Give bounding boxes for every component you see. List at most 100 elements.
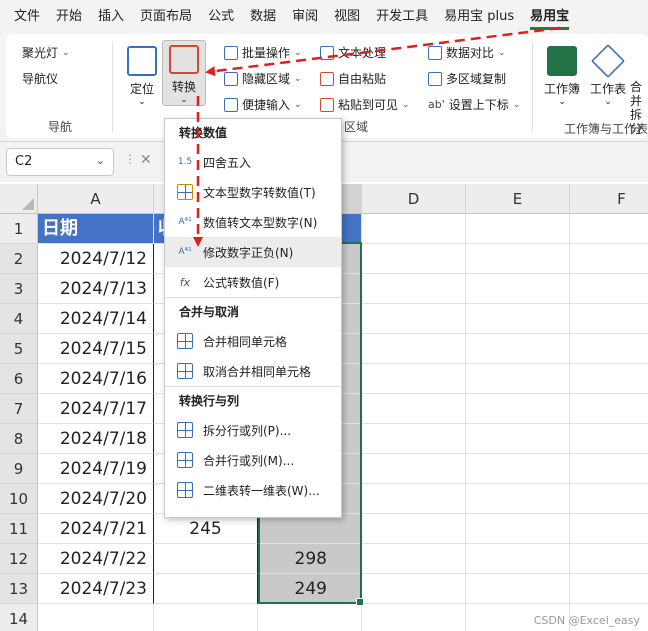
- row-header[interactable]: 4: [0, 304, 38, 334]
- cell-d[interactable]: [362, 574, 466, 604]
- cell-f[interactable]: [570, 454, 648, 484]
- tab-formulas[interactable]: 公式: [200, 0, 242, 34]
- date-cell[interactable]: 2024/7/15: [38, 334, 154, 364]
- header-cell-date[interactable]: 日期: [38, 214, 154, 244]
- cell-b[interactable]: 245: [154, 514, 258, 544]
- cell-d[interactable]: [362, 274, 466, 304]
- row-header[interactable]: 7: [0, 394, 38, 424]
- cell-d[interactable]: [362, 604, 466, 631]
- paste-visible-button[interactable]: 粘贴到可见 ⌄: [320, 96, 410, 113]
- row-header[interactable]: 14: [0, 604, 38, 631]
- date-cell[interactable]: 2024/7/20: [38, 484, 154, 514]
- cell-f[interactable]: [570, 304, 648, 334]
- tab-view[interactable]: 视图: [326, 0, 368, 34]
- cell-f[interactable]: [570, 214, 648, 244]
- cell-d[interactable]: [362, 334, 466, 364]
- cell-c[interactable]: 249: [258, 574, 362, 604]
- date-cell[interactable]: 2024/7/16: [38, 364, 154, 394]
- cell-f[interactable]: [570, 394, 648, 424]
- cell-f[interactable]: [570, 484, 648, 514]
- cell-e[interactable]: [466, 574, 570, 604]
- date-cell[interactable]: 2024/7/13: [38, 274, 154, 304]
- column-header-a[interactable]: A: [38, 184, 154, 214]
- row-header[interactable]: 6: [0, 364, 38, 394]
- cell-e[interactable]: [466, 304, 570, 334]
- locate-button[interactable]: 定位 ⌄: [124, 46, 160, 107]
- tab-file[interactable]: 文件: [6, 0, 48, 34]
- menu-item-number-to-text[interactable]: A⁴¹ 数值转文本型数字(N): [165, 207, 341, 237]
- tab-easy[interactable]: 易用宝: [522, 0, 577, 34]
- column-header-f[interactable]: F: [570, 184, 648, 214]
- tab-home[interactable]: 开始: [48, 0, 90, 34]
- date-cell[interactable]: 2024/7/22: [38, 544, 154, 574]
- convert-button[interactable]: 转换 ⌄: [162, 40, 206, 106]
- cell-e[interactable]: [466, 334, 570, 364]
- row-header[interactable]: 11: [0, 514, 38, 544]
- name-box[interactable]: C2 ⌄: [6, 148, 114, 176]
- cell-c[interactable]: [258, 514, 362, 544]
- cell-c[interactable]: 298: [258, 544, 362, 574]
- cell-d[interactable]: [362, 484, 466, 514]
- row-header[interactable]: 1: [0, 214, 38, 244]
- data-compare-button[interactable]: 数据对比 ⌄: [428, 44, 506, 61]
- select-all-corner[interactable]: [0, 184, 38, 214]
- date-cell[interactable]: 2024/7/12: [38, 244, 154, 274]
- cell-f[interactable]: [570, 544, 648, 574]
- free-paste-button[interactable]: 自由粘贴: [320, 70, 386, 87]
- menu-item-text-to-number[interactable]: 文本型数字转数值(T): [165, 177, 341, 207]
- batch-ops-button[interactable]: 批量操作 ⌄: [224, 44, 302, 61]
- row-header[interactable]: 5: [0, 334, 38, 364]
- date-cell[interactable]: 2024/7/21: [38, 514, 154, 544]
- row-header[interactable]: 3: [0, 274, 38, 304]
- row-header[interactable]: 8: [0, 424, 38, 454]
- date-cell[interactable]: 2024/7/18: [38, 424, 154, 454]
- row-header[interactable]: 10: [0, 484, 38, 514]
- menu-item-round[interactable]: 1.5 四舍五入: [165, 147, 341, 177]
- cell-d[interactable]: [362, 544, 466, 574]
- row-header[interactable]: 2: [0, 244, 38, 274]
- spotlight-button[interactable]: 聚光灯 ⌄: [22, 44, 70, 240]
- cell-e[interactable]: [466, 544, 570, 574]
- date-cell[interactable]: 2024/7/17: [38, 394, 154, 424]
- tab-review[interactable]: 审阅: [284, 0, 326, 34]
- cell-d[interactable]: [362, 364, 466, 394]
- tab-easy-plus[interactable]: 易用宝 plus: [436, 0, 522, 34]
- cell-c[interactable]: [258, 604, 362, 631]
- cell-e[interactable]: [466, 454, 570, 484]
- tab-page-layout[interactable]: 页面布局: [132, 0, 200, 34]
- cell-e[interactable]: [466, 394, 570, 424]
- hide-area-button[interactable]: 隐藏区域 ⌄: [224, 70, 302, 87]
- tab-developer[interactable]: 开发工具: [368, 0, 436, 34]
- worksheet-button[interactable]: 工作表 ⌄: [588, 44, 628, 107]
- row-header[interactable]: 12: [0, 544, 38, 574]
- cell-b[interactable]: [154, 544, 258, 574]
- cell-e[interactable]: [466, 274, 570, 304]
- column-header-d[interactable]: D: [362, 184, 466, 214]
- cell-f[interactable]: [570, 244, 648, 274]
- menu-item-merge-rows-cols[interactable]: 合并行或列(M)...: [165, 445, 341, 475]
- menu-item-formula-to-value[interactable]: fx 公式转数值(F): [165, 267, 341, 297]
- cell-d[interactable]: [362, 304, 466, 334]
- cell-b[interactable]: [154, 604, 258, 631]
- workbook-button[interactable]: 工作簿 ⌄: [542, 46, 582, 107]
- cell-e[interactable]: [466, 214, 570, 244]
- cancel-icon[interactable]: ✕: [140, 152, 152, 168]
- cell-f[interactable]: [570, 424, 648, 454]
- cell-d[interactable]: [362, 424, 466, 454]
- menu-item-fix-sign[interactable]: A⁴¹ 修改数字正负(N): [165, 237, 341, 267]
- cell-d[interactable]: [362, 454, 466, 484]
- cell-e[interactable]: [466, 244, 570, 274]
- cell-b[interactable]: [154, 574, 258, 604]
- cell-e[interactable]: [466, 364, 570, 394]
- row-header[interactable]: 9: [0, 454, 38, 484]
- cell-a[interactable]: [38, 604, 154, 631]
- cell-d[interactable]: [362, 514, 466, 544]
- navigator-button[interactable]: 导航仪: [22, 70, 58, 266]
- column-header-e[interactable]: E: [466, 184, 570, 214]
- multi-copy-button[interactable]: 多区域复制: [428, 70, 506, 87]
- cell-f[interactable]: [570, 514, 648, 544]
- cell-f[interactable]: [570, 274, 648, 304]
- date-cell[interactable]: 2024/7/23: [38, 574, 154, 604]
- tab-data[interactable]: 数据: [242, 0, 284, 34]
- text-process-button[interactable]: 文本处理: [320, 44, 386, 61]
